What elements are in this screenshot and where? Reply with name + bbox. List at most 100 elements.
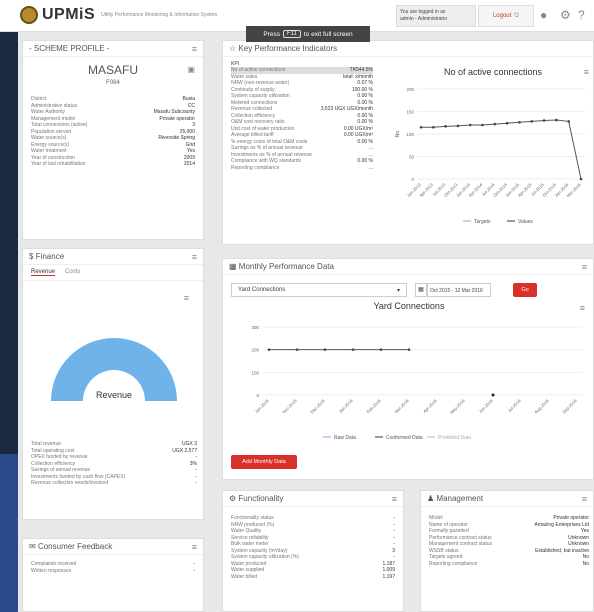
fullscreen-tip-press: Press: [263, 30, 280, 38]
info-row-label: Reporting compliance: [429, 560, 478, 567]
data-point[interactable]: [505, 121, 509, 125]
active-connections-chart: No of active connections ≡ 200 150 100 50 0 N…: [393, 61, 593, 225]
x-tick-label: Dec-2015: [309, 398, 326, 415]
finance-title: Finance: [35, 252, 65, 261]
info-row-value: Established, but inactive: [535, 547, 589, 554]
star-icon: ☆: [229, 44, 237, 53]
date-range-input[interactable]: Oct 2015 - 12 Mar 2016: [427, 283, 491, 297]
x-tick-label: Mar-2016: [565, 182, 582, 199]
scheme-code: F084: [106, 80, 120, 86]
data-point[interactable]: [579, 177, 583, 181]
hamburger-icon[interactable]: ≡: [192, 542, 197, 552]
help-icon[interactable]: ?: [578, 8, 585, 22]
app-logo[interactable]: UPMiS Utility Performance Monitoring & I…: [20, 6, 217, 24]
data-point[interactable]: [323, 348, 327, 351]
add-monthly-data-button[interactable]: Add Monthly Data: [231, 455, 297, 469]
info-row-value: UGX 2,577: [172, 447, 197, 454]
data-point[interactable]: [530, 120, 534, 123]
user-icon[interactable]: ●: [540, 8, 547, 22]
info-row-label: Reporting compliance: [231, 164, 280, 171]
y-tick-label: 0: [256, 393, 259, 398]
monthly-title: Monthly Performance Data: [238, 262, 334, 271]
info-row: Revenue collection needs/invoiced -: [31, 480, 197, 487]
kpi-table: KPI No of active connections TK544.5% Wate…: [231, 61, 373, 171]
edit-icon[interactable]: ▣: [187, 65, 195, 74]
chart-menu-icon[interactable]: ≡: [584, 67, 589, 77]
info-row-value: -: [193, 567, 195, 574]
gauge-menu-icon[interactable]: ≡: [184, 293, 189, 303]
users-icon: ♟: [427, 494, 435, 503]
data-point[interactable]: [351, 348, 355, 351]
hamburger-icon[interactable]: ≡: [192, 44, 197, 54]
x-tick-label: Sep-2016: [561, 398, 578, 415]
info-row: Reporting compliance...: [231, 165, 373, 172]
data-point[interactable]: [555, 118, 558, 122]
data-point[interactable]: [267, 348, 271, 351]
kpi-panel: ☆ Key Performance Indicators KPI No of a…: [222, 40, 594, 245]
legend-item[interactable]: Values: [518, 219, 533, 225]
y-tick-label: 200: [251, 348, 259, 353]
gear-icon[interactable]: ⚙: [560, 8, 571, 22]
kpi-title: Key Performance Indicators: [238, 44, 338, 53]
data-point[interactable]: [481, 123, 484, 127]
active-chart-svg: 200150100500NoJan-2013Apr-2013Jul-2013Oc…: [395, 87, 585, 225]
logout-label: Logout: [492, 13, 512, 19]
legend-item[interactable]: Conformed Data: [386, 435, 423, 441]
x-tick-label: Jul-2016: [507, 398, 522, 413]
logout-icon: ⎋: [514, 12, 520, 19]
series-line-values: [421, 119, 582, 180]
user-info-line1: You are logged in as: [400, 9, 446, 15]
calendar-icon[interactable]: ▦: [415, 283, 427, 297]
y-tick-label: 0: [411, 177, 414, 182]
data-point[interactable]: [468, 123, 472, 127]
data-point[interactable]: [456, 124, 460, 128]
data-point[interactable]: [379, 348, 383, 351]
data-point[interactable]: [542, 119, 546, 122]
hamburger-icon[interactable]: ≡: [582, 262, 587, 272]
user-info-line2: admin - Administrator: [400, 16, 448, 22]
go-button[interactable]: Go: [513, 283, 537, 297]
data-point[interactable]: [419, 125, 423, 129]
y-tick-label: 50: [409, 155, 415, 160]
consumer-title: Consumer Feedback: [37, 542, 113, 551]
tab-revenue[interactable]: Revenue: [31, 269, 56, 276]
y-axis-label: No: [395, 131, 401, 138]
info-row: Water billed 1,197: [231, 574, 395, 581]
revenue-gauge: Revenue: [51, 338, 177, 401]
x-tick-label: Mar-2016: [393, 398, 410, 415]
scheme-profile-title: - SCHEME PROFILE -: [29, 44, 110, 53]
data-point[interactable]: [407, 348, 411, 351]
functionality-title: Functionality: [238, 494, 284, 503]
user-info: You are logged in as admin - Administrat…: [396, 5, 476, 27]
data-point[interactable]: [491, 393, 495, 397]
data-point[interactable]: [567, 120, 570, 123]
x-tick-label: Nov-2015: [281, 398, 298, 415]
dollar-icon: $: [29, 252, 34, 261]
hamburger-icon[interactable]: ≡: [392, 494, 397, 504]
scheme-profile-panel: - SCHEME PROFILE - ≡ MASAFU F084 ▣ Distr…: [22, 40, 204, 240]
info-row: Reporting compliance No: [429, 561, 589, 568]
info-row-value: 1,197: [382, 573, 395, 580]
y-tick-label: 100: [251, 370, 259, 375]
monthly-performance-panel: ▦ Monthly Performance Data ≡ Yard Connec…: [222, 258, 594, 480]
hamburger-icon[interactable]: ≡: [192, 252, 197, 262]
logout-button[interactable]: Logout ⎋: [478, 5, 534, 27]
info-row-label: Written responses: [31, 567, 72, 574]
x-tick-label: May-2016: [449, 398, 466, 415]
tab-costs[interactable]: Costs: [65, 269, 80, 276]
data-point[interactable]: [295, 348, 299, 351]
legend-item[interactable]: Raw Data: [334, 435, 356, 441]
data-point[interactable]: [444, 125, 447, 128]
legend-item[interactable]: Targets: [474, 219, 491, 225]
data-point[interactable]: [432, 125, 435, 129]
data-point[interactable]: [493, 122, 497, 126]
data-point[interactable]: [518, 121, 521, 124]
gauge-label: Revenue: [96, 390, 132, 400]
hamburger-icon[interactable]: ≡: [582, 494, 587, 504]
chart-menu-icon[interactable]: ≡: [580, 303, 585, 313]
y-tick-label: 150: [406, 110, 414, 115]
x-tick-label: Apr-2016: [422, 398, 438, 414]
finance-list: Total revenue UGX 3 Total operating cost UG…: [31, 441, 197, 487]
indicator-select[interactable]: Yard Connections ▾: [231, 283, 407, 297]
legend-item[interactable]: Predicted Data: [438, 435, 471, 441]
